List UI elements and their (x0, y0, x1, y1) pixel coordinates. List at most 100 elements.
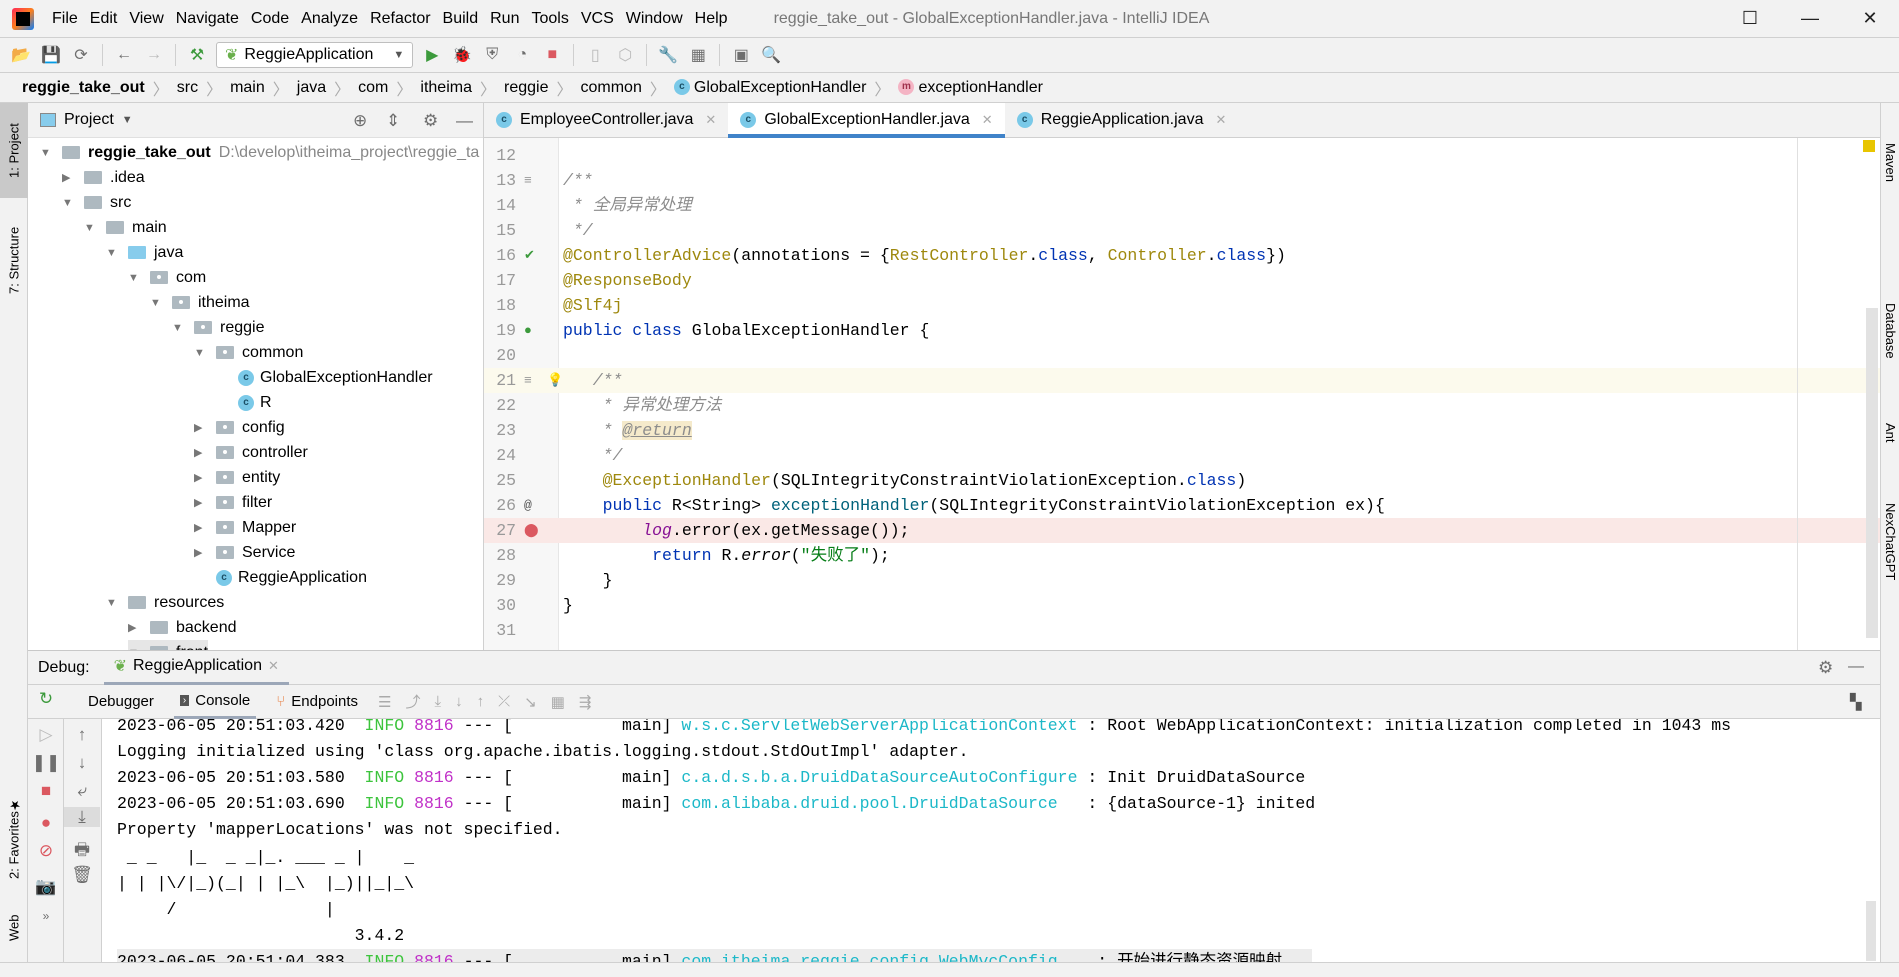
code-line[interactable]: 24 */ (484, 443, 1880, 468)
breadcrumb-item[interactable]: c GlobalExceptionHandler (670, 79, 871, 97)
chevron-down-icon[interactable]: ▼ (150, 297, 164, 309)
menu-refactor[interactable]: Refactor (364, 10, 436, 28)
drop-frame-icon[interactable]: ⤫ (498, 693, 510, 710)
rerun-icon[interactable]: ↻ (28, 689, 64, 709)
menu-code[interactable]: Code (245, 10, 295, 28)
menu-help[interactable]: Help (689, 10, 734, 28)
tree-item[interactable]: ▶ entity (194, 465, 280, 490)
trace-icon[interactable]: ⇶ (579, 693, 592, 711)
chevron-down-icon[interactable]: ▼ (40, 147, 54, 159)
tool-tab-web[interactable]: Web (0, 903, 28, 953)
menu-edit[interactable]: Edit (84, 10, 124, 28)
spring-bean-icon[interactable]: ✔ (524, 243, 535, 268)
chevron-down-icon[interactable]: ▼ (106, 247, 120, 259)
tree-item[interactable]: ▶ Service (194, 540, 295, 565)
tree-item[interactable]: ▶ filter (194, 490, 272, 515)
mute-breakpoints-icon[interactable]: ⊘ (28, 841, 64, 861)
trash-icon[interactable]: 🗑 (64, 865, 100, 885)
code-line[interactable]: 25 @ExceptionHandler(SQLIntegrityConstra… (484, 468, 1880, 493)
soft-wrap-icon[interactable]: ⤶ (64, 781, 100, 801)
tool-tab-database[interactable]: Database (1881, 303, 1899, 359)
implements-icon[interactable]: ≡ (524, 368, 532, 393)
scroll-to-end-icon[interactable]: ⤓ (64, 807, 100, 827)
deploy-icon[interactable]: ⬡ (614, 44, 636, 66)
editor-scrollbar[interactable] (1866, 308, 1878, 638)
tree-item[interactable]: ▶ .idea (62, 165, 145, 190)
down-arrow-icon[interactable]: ↓ (64, 753, 100, 773)
chevron-down-icon[interactable]: ▼ (122, 114, 133, 126)
tree-item[interactable]: ▼ resources (106, 590, 224, 615)
chevron-right-icon[interactable]: ▶ (128, 621, 142, 634)
resume-icon[interactable]: ▷ (28, 725, 64, 745)
gear-icon[interactable]: ⚙ (1818, 658, 1833, 678)
tree-item[interactable]: c GlobalExceptionHandler (216, 365, 433, 390)
menu-navigate[interactable]: Navigate (170, 10, 245, 28)
chevron-right-icon[interactable]: ▶ (194, 446, 208, 459)
tree-item[interactable]: ▼ common (194, 340, 303, 365)
code-line[interactable]: 20 (484, 343, 1880, 368)
close-icon[interactable]: ✕ (982, 112, 993, 128)
search-icon[interactable]: 🔍 (760, 44, 782, 66)
tree-item[interactable]: ▼ itheima (150, 290, 250, 315)
tool-tab-maven[interactable]: Maven (1881, 143, 1899, 182)
run-configuration-select[interactable]: ❦ ReggieApplication ▼ (216, 42, 414, 68)
maximize-button[interactable]: ☐ (1720, 0, 1780, 37)
run-icon[interactable]: ▶ (421, 44, 443, 66)
minimize-button[interactable]: — (1780, 0, 1840, 37)
forward-icon[interactable]: → (143, 44, 165, 66)
code-line[interactable]: 21 ≡ 💡 /** (484, 368, 1880, 393)
tab-endpoints[interactable]: ⑂ Endpoints (270, 685, 364, 719)
tree-item[interactable]: ▶ config (194, 415, 285, 440)
build-hammer-icon[interactable]: ⚒ (186, 44, 208, 66)
menu-vcs[interactable]: VCS (575, 10, 620, 28)
menu-file[interactable]: File (46, 10, 84, 28)
locate-icon[interactable]: ⊕ (353, 111, 367, 131)
tool-tab-nexchatgpt[interactable]: NexChatGPT (1881, 503, 1899, 580)
implements-icon[interactable]: ≡ (524, 168, 532, 193)
override-icon[interactable]: @ (524, 493, 532, 518)
chevron-right-icon[interactable]: ▶ (194, 496, 208, 509)
code-line[interactable]: 23 * @return (484, 418, 1880, 443)
editor-tab[interactable]: c GlobalExceptionHandler.java ✕ (728, 103, 1006, 138)
chevron-right-icon[interactable]: ▶ (194, 471, 208, 484)
console-output[interactable]: 2023-06-05 20:51:03.420 INFO 8816 --- [ … (102, 719, 1880, 963)
debug-icon[interactable]: 🐞 (451, 44, 473, 66)
settings-wrench-icon[interactable]: 🔧 (657, 44, 679, 66)
chevron-down-icon[interactable]: ▼ (128, 272, 142, 284)
stop-icon[interactable]: ■ (541, 44, 563, 66)
layout-icon[interactable]: ▚ (1850, 693, 1862, 711)
chevron-down-icon[interactable]: ▼ (84, 222, 98, 234)
breadcrumb-item[interactable]: com (354, 79, 392, 97)
menu-window[interactable]: Window (620, 10, 689, 28)
chevron-right-icon[interactable]: ▶ (194, 521, 208, 534)
tree-item[interactable]: ▼ src (62, 190, 131, 215)
terminal-icon[interactable]: ▣ (730, 44, 752, 66)
step-into-icon[interactable]: ↓ (455, 693, 463, 710)
code-line[interactable]: 13 ≡ /** (484, 168, 1880, 193)
debug-session-tab[interactable]: ❦ ReggieApplication ✕ (103, 651, 289, 685)
hide-icon[interactable]: — (456, 111, 473, 131)
code-line[interactable]: 27 ⬤ log.error(ex.getMessage()); (484, 518, 1880, 543)
menu-run[interactable]: Run (484, 10, 525, 28)
tree-item[interactable]: ▼front (128, 640, 209, 650)
code-line[interactable]: 22 * 异常处理方法 (484, 393, 1880, 418)
chevron-right-icon[interactable]: ▶ (62, 171, 76, 184)
back-icon[interactable]: ← (113, 44, 135, 66)
code-line[interactable]: 12 (484, 143, 1880, 168)
attach-icon[interactable]: ▯ (584, 44, 606, 66)
view-breakpoints-icon[interactable]: ● (28, 813, 64, 833)
print-icon[interactable]: 🖶 (64, 837, 100, 866)
chevron-down-icon[interactable]: ▼ (106, 597, 120, 609)
code-line[interactable]: 15 */ (484, 218, 1880, 243)
intention-bulb-icon[interactable]: 💡 (547, 368, 563, 393)
breadcrumb-item[interactable]: src (173, 79, 202, 97)
camera-icon[interactable]: 📷 (28, 877, 64, 897)
editor-tab[interactable]: c EmployeeController.java ✕ (484, 103, 728, 137)
code-line[interactable]: 16 ✔ @ControllerAdvice(annotations = {Rest… (484, 243, 1880, 268)
code-line[interactable]: 18 @Slf4j (484, 293, 1880, 318)
tree-item[interactable]: ▶ Mapper (194, 515, 296, 540)
show-execution-point-icon[interactable]: ⤴ (405, 691, 420, 712)
tab-debugger[interactable]: Debugger (82, 685, 160, 719)
breadcrumb-item[interactable]: java (293, 79, 330, 97)
hide-icon[interactable]: — (1848, 658, 1864, 676)
